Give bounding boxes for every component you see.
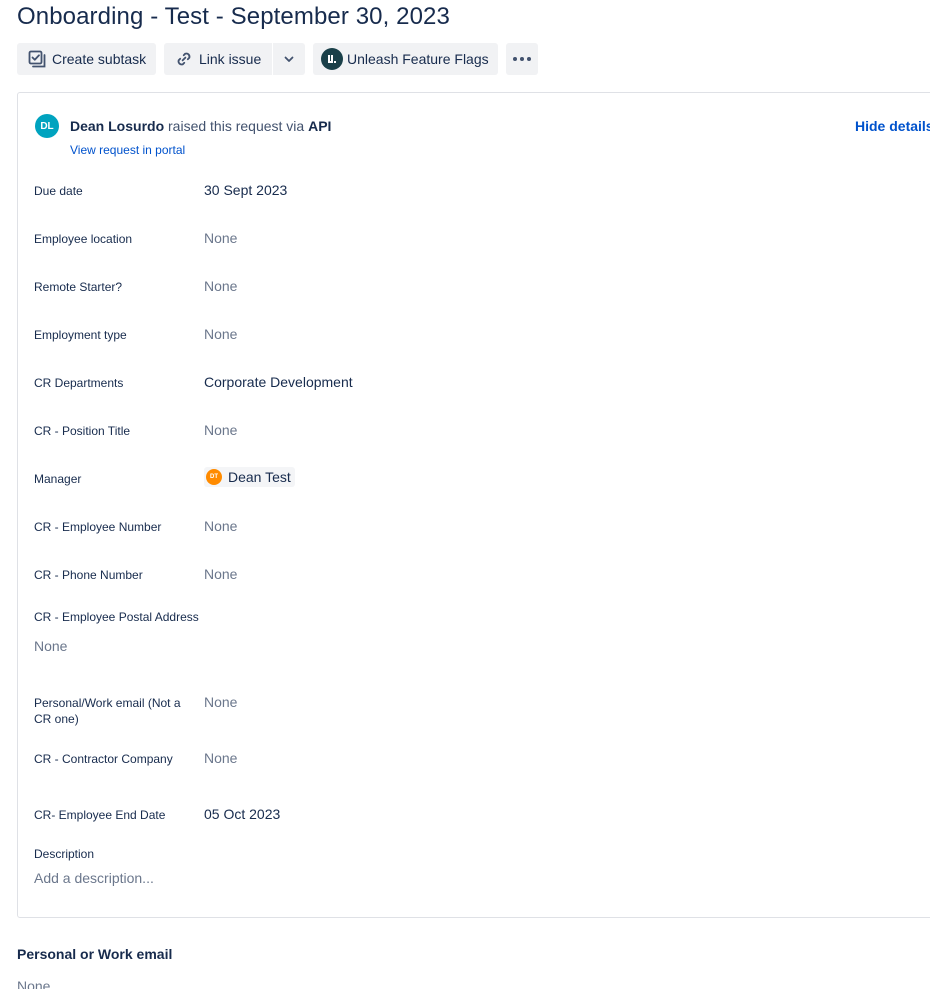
hide-details-button[interactable]: Hide details bbox=[855, 118, 930, 134]
field-label-due-date: Due date bbox=[34, 184, 83, 198]
field-value-cr-position-title[interactable]: None bbox=[204, 422, 237, 438]
link-issue-dropdown-button[interactable] bbox=[273, 43, 305, 75]
request-channel: API bbox=[308, 118, 332, 134]
description-input[interactable]: Add a description... bbox=[34, 870, 154, 886]
request-details-panel bbox=[17, 92, 930, 918]
field-value-cr-departments[interactable]: Corporate Development bbox=[204, 374, 353, 390]
field-value-cr-postal-address[interactable]: None bbox=[34, 638, 67, 654]
field-label-personal-work-email: Personal/Work email (Not a CR one) bbox=[34, 696, 181, 726]
avatar: DT bbox=[206, 469, 222, 485]
field-label-manager: Manager bbox=[34, 472, 82, 486]
description-label: Description bbox=[34, 847, 95, 861]
manager-user-chip[interactable]: DT Dean Test bbox=[204, 467, 295, 487]
link-issue-label: Link issue bbox=[199, 51, 262, 67]
field-value-cr-contractor-company[interactable]: None bbox=[204, 750, 237, 766]
field-value-cr-employee-number[interactable]: None bbox=[204, 518, 237, 534]
link-issue-button[interactable]: Link issue bbox=[164, 43, 272, 75]
field-value-personal-work-email[interactable]: None bbox=[204, 694, 237, 710]
field-value-due-date[interactable]: 30 Sept 2023 bbox=[204, 182, 287, 198]
section-value-personal-or-work-email[interactable]: None bbox=[17, 978, 50, 989]
unleash-label: Unleash Feature Flags bbox=[347, 51, 489, 67]
field-label-cr-position-title: CR - Position Title bbox=[34, 424, 131, 438]
more-icon bbox=[512, 56, 532, 62]
link-icon bbox=[174, 49, 194, 69]
field-label-cr-departments: CR Departments bbox=[34, 376, 124, 390]
issue-view: Onboarding - Test - September 30, 2023 C… bbox=[0, 0, 930, 989]
field-label-cr-employee-number: CR - Employee Number bbox=[34, 520, 162, 534]
view-request-in-portal-link[interactable]: View request in portal bbox=[70, 143, 185, 157]
more-actions-button[interactable] bbox=[506, 43, 538, 75]
field-label-employee-location: Employee location bbox=[34, 232, 133, 246]
field-label-cr-postal-address: CR - Employee Postal Address bbox=[34, 610, 199, 624]
issue-title[interactable]: Onboarding - Test - September 30, 2023 bbox=[17, 3, 450, 31]
field-label-remote-starter: Remote Starter? bbox=[34, 280, 123, 294]
create-subtask-button[interactable]: Create subtask bbox=[17, 43, 156, 75]
create-subtask-label: Create subtask bbox=[52, 51, 147, 67]
field-value-employee-location[interactable]: None bbox=[204, 230, 237, 246]
avatar[interactable]: DL bbox=[35, 114, 59, 138]
raised-request-text: Dean Losurdo raised this request via API bbox=[70, 118, 331, 134]
field-value-cr-phone-number[interactable]: None bbox=[204, 566, 237, 582]
section-title-personal-or-work-email: Personal or Work email bbox=[17, 946, 173, 962]
chevron-down-icon bbox=[282, 52, 296, 66]
raised-via-text: raised this request via bbox=[168, 118, 305, 134]
field-label-cr-end-date: CR- Employee End Date bbox=[34, 808, 166, 822]
reporter-name[interactable]: Dean Losurdo bbox=[70, 118, 164, 134]
field-value-employment-type[interactable]: None bbox=[204, 326, 237, 342]
field-value-remote-starter[interactable]: None bbox=[204, 278, 237, 294]
unleash-feature-flags-button[interactable]: Unleash Feature Flags bbox=[313, 43, 498, 75]
manager-name: Dean Test bbox=[228, 469, 291, 485]
field-label-cr-phone-number: CR - Phone Number bbox=[34, 568, 143, 582]
field-label-employment-type: Employment type bbox=[34, 328, 127, 342]
field-label-cr-contractor-company: CR - Contractor Company bbox=[34, 752, 173, 766]
field-value-cr-end-date[interactable]: 05 Oct 2023 bbox=[204, 806, 280, 822]
subtask-icon bbox=[27, 49, 47, 69]
unleash-logo-icon bbox=[321, 48, 343, 70]
